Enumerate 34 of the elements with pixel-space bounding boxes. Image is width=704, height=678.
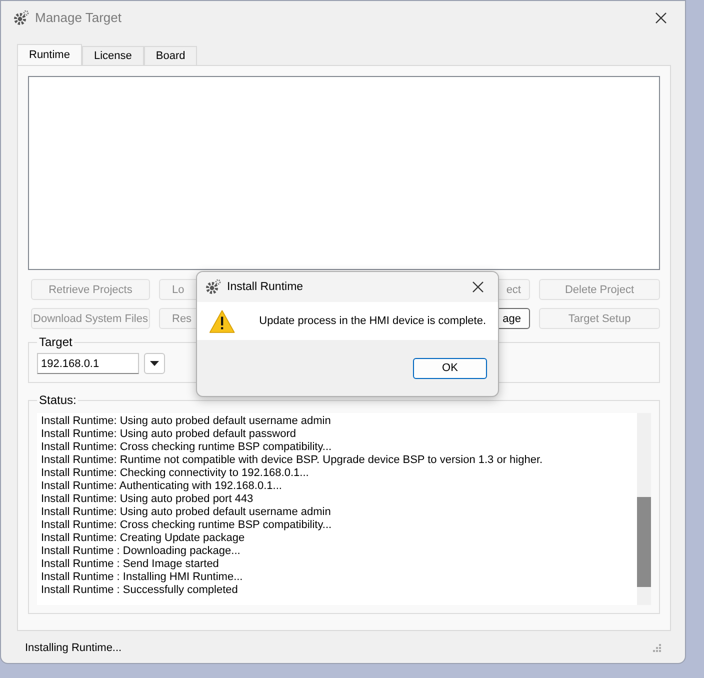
log-line: Install Runtime: Cross checking runtime BSP compatibility... (41, 441, 333, 454)
resize-grip-icon[interactable] (653, 644, 661, 652)
log-line: Install Runtime: Using auto probed default username admin (41, 506, 332, 519)
log-line: Install Runtime: Using auto probed default username admin (41, 415, 332, 428)
log-line: Install Runtime : Downloading package... (41, 545, 242, 558)
close-icon (655, 12, 667, 24)
status-text: Installing Runtime... (25, 642, 122, 654)
log-line: Install Runtime: Using auto probed default password (41, 428, 297, 441)
tab[interactable]: License (82, 46, 144, 65)
dialog-message: Update process in the HMI device is complete. (259, 315, 486, 327)
log-line: Install Runtime: Authenticating with 192.168.0.1... (41, 480, 283, 493)
warning-icon (209, 308, 236, 334)
tab[interactable]: Board (144, 46, 198, 65)
group-label: Status: (38, 393, 78, 407)
target-field[interactable]: 192.168.0.1 (37, 353, 139, 374)
log-line: Install Runtime: Cross checking runtime BSP compatibility... (41, 519, 333, 532)
log-line: Install Runtime : Send Image started (41, 558, 220, 571)
caret-icon (150, 361, 159, 366)
scrollbar[interactable] (637, 413, 651, 605)
gear-icon (13, 10, 29, 26)
log-line: Install Runtime: Runtime not compatible with device BSP. Upgrade device BSP to version 1.3 or higher. (41, 454, 544, 467)
log-line: Install Runtime : Successfully completed (41, 584, 239, 597)
dropdown-button[interactable] (144, 353, 165, 374)
gear-icon (205, 279, 221, 295)
log-line: Install Runtime: Checking connectivity to 192.168.0.1... (41, 467, 310, 480)
log-line: Install Runtime : Installing HMI Runtime... (41, 571, 244, 584)
close-icon (472, 281, 484, 293)
ok-button[interactable]: OK (413, 358, 487, 378)
window-title: Manage Target (35, 10, 122, 25)
tab[interactable]: Runtime (17, 44, 82, 65)
dialog-title: Install Runtime (227, 281, 304, 293)
log-line: Install Runtime: Creating Update package (41, 532, 246, 545)
group-label: Target (38, 335, 74, 349)
log-line: Install Runtime: Using auto probed port 443 (41, 493, 254, 506)
